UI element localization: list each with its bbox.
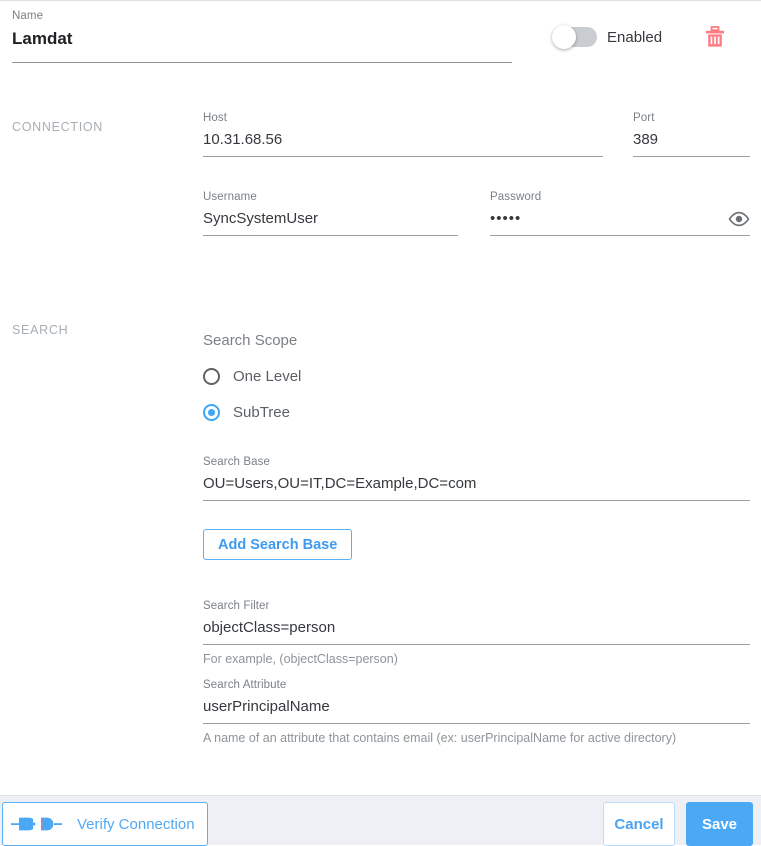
search-attribute-underline [203,723,750,724]
port-label: Port [633,112,655,124]
radio-one-level-control[interactable] [203,367,220,385]
search-attribute-label: Search Attribute [203,679,287,691]
radio-one-level-label: One Level [233,367,302,385]
search-filter-field[interactable]: Search Filter objectClass=person For exa… [203,599,750,668]
footer-action-bar: Verify Connection Cancel Save [0,795,761,846]
enabled-toggle-row[interactable]: Enabled [552,25,663,49]
enabled-toggle[interactable] [552,25,597,49]
port-underline [633,156,750,157]
search-filter-underline [203,644,750,645]
add-search-base-button[interactable]: Add Search Base [203,529,353,560]
host-underline [203,156,603,157]
search-base-label: Search Base [203,456,270,468]
search-filter-hint: For example, (objectClass=person) [203,652,398,666]
password-input[interactable]: ••••• [490,208,728,230]
password-label: Password [490,191,542,203]
radio-one-level[interactable]: One Level [203,363,301,389]
toggle-knob [552,25,576,49]
cancel-button-label: Cancel [614,815,664,833]
username-label: Username [203,191,257,203]
name-label: Name [12,10,44,22]
save-button[interactable]: Save [686,802,753,846]
cancel-button[interactable]: Cancel [603,802,675,846]
trash-icon [706,26,724,47]
search-attribute-hint: A name of an attribute that contains ema… [203,731,677,745]
section-label-search: SEARCH [12,323,69,337]
verify-connection-button[interactable]: Verify Connection [2,802,208,846]
name-underline [12,62,512,63]
password-field[interactable]: Password ••••• [490,190,750,236]
enabled-toggle-label: Enabled [607,28,663,46]
password-row: ••••• [490,208,750,230]
form-scroll-area: Name Lamdat Enabled CONNECTION Host 10.3… [0,1,761,795]
search-scope-group: Search Scope One Level SubTree [203,331,301,435]
username-underline [203,235,458,236]
username-field[interactable]: Username SyncSystemUser [203,190,458,236]
radio-subtree-control[interactable] [203,403,220,421]
plug-connection-icon [11,817,62,831]
name-input[interactable]: Lamdat [12,27,512,51]
host-field[interactable]: Host 10.31.68.56 [203,111,603,157]
host-label: Host [203,112,228,124]
host-input[interactable]: 10.31.68.56 [203,129,603,151]
eye-icon[interactable] [728,211,750,227]
add-search-base-label: Add Search Base [218,536,338,553]
username-input[interactable]: SyncSystemUser [203,208,458,230]
section-label-connection: CONNECTION [12,120,104,134]
delete-button[interactable] [700,23,730,53]
search-filter-input[interactable]: objectClass=person [203,617,750,639]
search-base-field[interactable]: Search Base OU=Users,OU=IT,DC=Example,DC… [203,455,750,501]
radio-subtree-label: SubTree [233,403,290,421]
port-input[interactable]: 389 [633,129,750,151]
radio-subtree[interactable]: SubTree [203,399,301,425]
search-base-input[interactable]: OU=Users,OU=IT,DC=Example,DC=com [203,473,750,495]
search-attribute-field[interactable]: Search Attribute userPrincipalName A nam… [203,678,750,747]
password-underline [490,235,750,236]
verify-connection-label: Verify Connection [77,815,195,833]
search-base-underline [203,500,750,501]
search-scope-title: Search Scope [203,332,298,349]
port-field[interactable]: Port 389 [633,111,750,157]
search-attribute-input[interactable]: userPrincipalName [203,696,750,718]
search-filter-label: Search Filter [203,600,270,612]
save-button-label: Save [701,815,738,833]
name-field[interactable]: Name Lamdat [12,9,512,63]
